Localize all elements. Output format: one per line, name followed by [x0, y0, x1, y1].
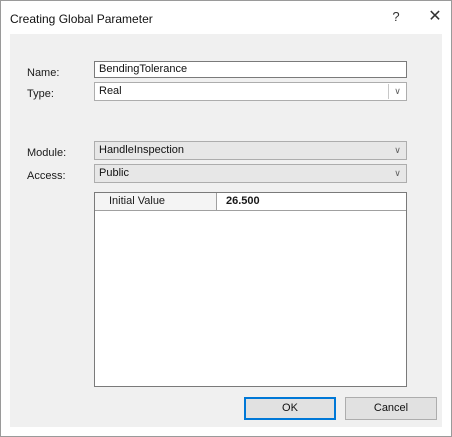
help-icon[interactable]: ? — [385, 6, 407, 28]
property-name: Initial Value — [95, 193, 217, 210]
name-label: Name: — [27, 67, 60, 79]
chevron-down-icon[interactable]: ∨ — [389, 142, 406, 159]
type-selected-value: Real — [99, 85, 122, 97]
module-label: Module: — [27, 147, 67, 159]
type-dropdown[interactable]: Real ∨ — [94, 82, 407, 101]
module-selected-value: HandleInspection — [99, 144, 185, 156]
dialog-title: Creating Global Parameter — [10, 12, 153, 26]
access-label: Access: — [27, 170, 66, 182]
chevron-down-icon[interactable]: ∨ — [389, 165, 406, 182]
dialog-client-area: Name: BendingTolerance Type: Real ∨ Modu… — [10, 34, 442, 427]
access-selected-value: Public — [99, 167, 129, 179]
property-row-initial-value[interactable]: Initial Value 26.500 — [95, 193, 406, 211]
dialog-window: Creating Global Parameter ? ✕ Name: Bend… — [0, 0, 452, 437]
name-input[interactable]: BendingTolerance — [94, 61, 407, 78]
cancel-button[interactable]: Cancel — [345, 397, 437, 420]
property-grid[interactable]: Initial Value 26.500 — [94, 192, 407, 387]
chevron-down-icon[interactable]: ∨ — [388, 84, 406, 99]
access-dropdown[interactable]: Public ∨ — [94, 164, 407, 183]
module-dropdown[interactable]: HandleInspection ∨ — [94, 141, 407, 160]
type-label: Type: — [27, 88, 54, 100]
ok-button[interactable]: OK — [244, 397, 336, 420]
property-value-field[interactable]: 26.500 — [218, 193, 260, 210]
title-bar[interactable]: Creating Global Parameter ? ✕ — [1, 1, 451, 34]
close-icon[interactable]: ✕ — [423, 6, 447, 28]
